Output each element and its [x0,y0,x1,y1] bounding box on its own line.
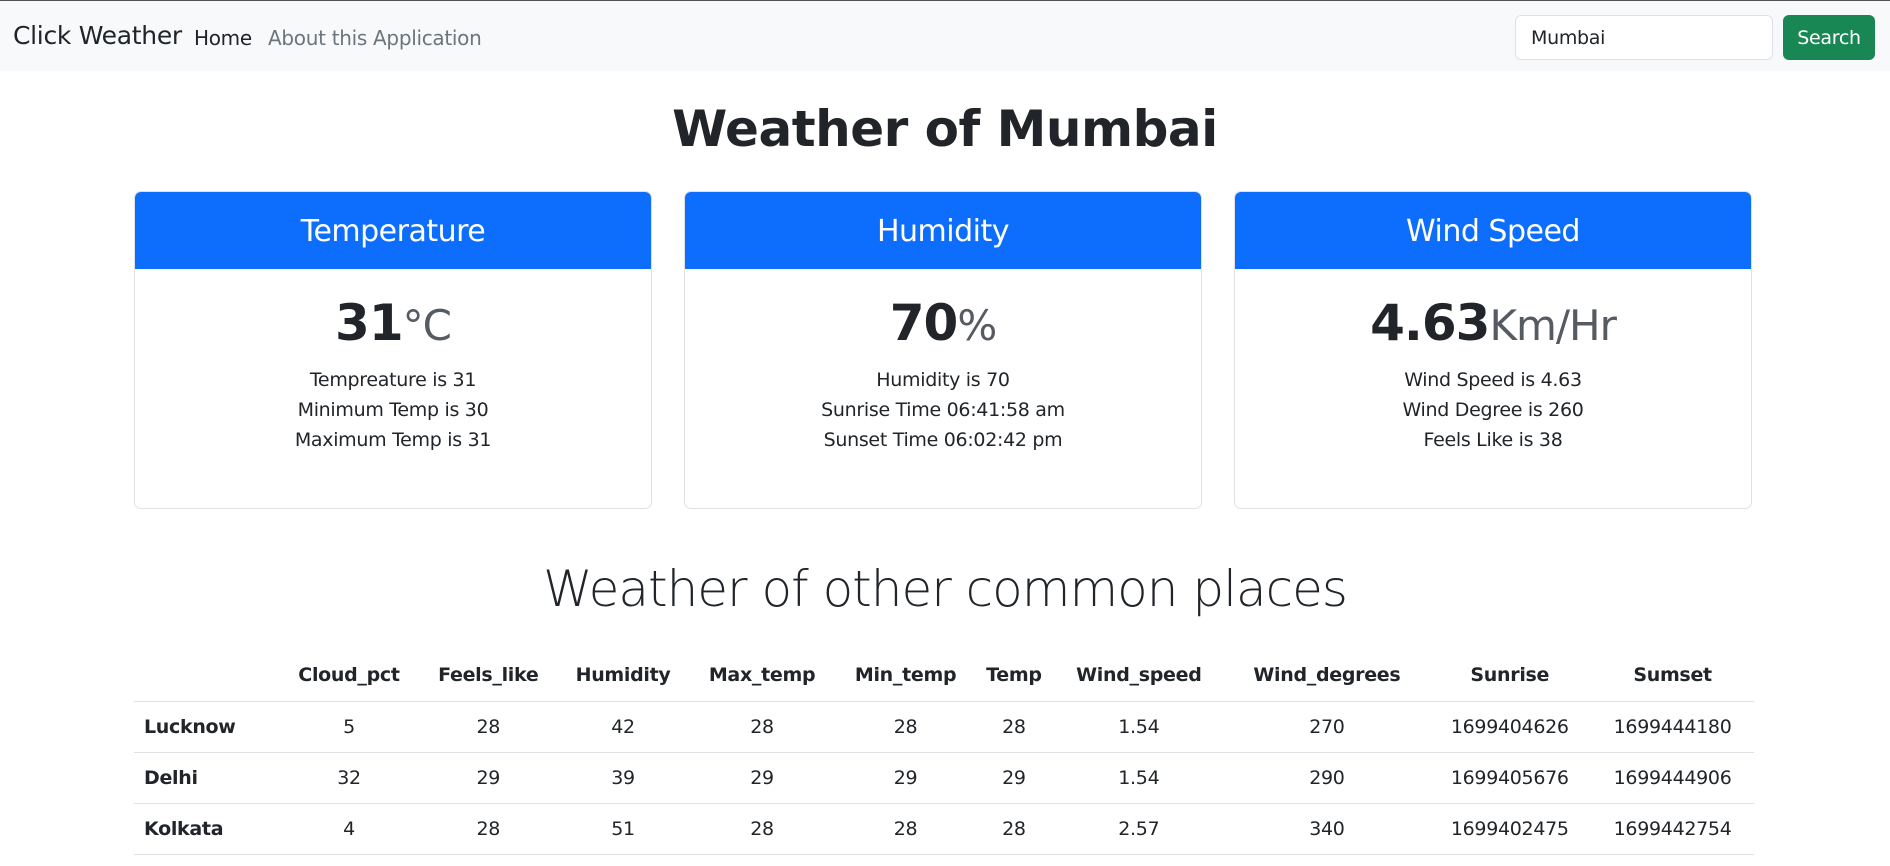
table-cell: 39 [557,752,689,804]
table-cell-city: Kolkata [134,803,279,855]
card-details: Tempreature is 31 Minimum Temp is 30 Max… [135,365,651,455]
column-header: Sumset [1591,650,1754,702]
table-cell-city: Lucknow [134,701,279,753]
table-cell: 1.54 [1052,752,1226,804]
search-button[interactable]: Search [1783,15,1875,60]
table-row: Lucknow 5 28 42 28 28 28 1.54 270 169940… [134,701,1754,753]
nav-link-about[interactable]: About this Application [268,26,482,50]
table-cell: 1699444180 [1591,701,1754,753]
column-header: Cloud_pct [279,650,419,702]
table-row: Delhi 32 29 39 29 29 29 1.54 290 1699405… [134,752,1754,804]
card-value: 70% [685,293,1201,353]
table-cell: 28 [418,701,558,753]
table-cell: 51 [557,803,689,855]
table-cell: 29 [975,752,1053,804]
card-value: 31°C [135,293,651,353]
table-cell: 1699444906 [1591,752,1754,804]
table-cell: 28 [418,803,558,855]
table-cell: 28 [975,803,1053,855]
table-cell-city: Delhi [134,752,279,804]
table-cell: 42 [557,701,689,753]
table-cell: 32 [279,752,419,804]
table-cell: 2.57 [1052,803,1226,855]
card-detail-line: Minimum Temp is 30 [297,399,489,421]
column-header: Max_temp [688,650,836,702]
table-cell: 1699442754 [1591,803,1754,855]
card-header: Temperature [135,192,651,269]
card-detail-line: Sunrise Time 06:41:58 am [821,399,1065,421]
card-header: Humidity [685,192,1201,269]
card-detail-line: Maximum Temp is 31 [294,429,492,451]
column-header: Feels_like [418,650,558,702]
card-detail-line: Sunset Time 06:02:42 pm [823,429,1063,451]
table-cell: 270 [1225,701,1429,753]
temperature-card: Temperature 31°C Tempreature is 31 Minim… [134,191,652,509]
brand-logo-text[interactable]: Click Weather [13,21,182,50]
column-header: Wind_speed [1052,650,1226,702]
column-header: Min_temp [835,650,976,702]
wind-speed-value: 4.63 [1370,294,1490,352]
column-header: Wind_degrees [1225,650,1429,702]
card-value: 4.63Km/Hr [1235,293,1751,353]
card-detail-line: Wind Speed is 4.63 [1404,369,1582,391]
table-cell: 28 [688,803,836,855]
table-cell: 1699405676 [1428,752,1592,804]
temperature-value: 31 [335,294,404,352]
nav-link-home[interactable]: Home [194,26,252,50]
column-header: Humidity [557,650,689,702]
humidity-unit: % [957,301,997,350]
other-places-table: Cloud_pct Feels_like Humidity Max_temp M… [134,650,1754,855]
card-header: Wind Speed [1235,192,1751,269]
table-cell: 29 [835,752,976,804]
column-header [134,650,279,702]
table-row: Kolkata 4 28 51 28 28 28 2.57 340 169940… [134,803,1754,855]
wind-speed-unit: Km/Hr [1489,301,1616,350]
table-cell: 290 [1225,752,1429,804]
card-detail-line: Wind Degree is 260 [1402,399,1584,421]
table-cell: 4 [279,803,419,855]
navbar: Click Weather Home About this Applicatio… [0,0,1890,71]
wind-speed-card: Wind Speed 4.63Km/Hr Wind Speed is 4.63 … [1234,191,1752,509]
card-details: Wind Speed is 4.63 Wind Degree is 260 Fe… [1235,365,1751,455]
card-detail-line: Feels Like is 38 [1423,429,1563,451]
humidity-value: 70 [889,294,959,352]
table-cell: 28 [835,803,976,855]
card-detail-line: Humidity is 70 [876,369,1010,391]
column-header: Sunrise [1428,650,1592,702]
table-cell: 5 [279,701,419,753]
table-cell: 28 [688,701,836,753]
table-header-row: Cloud_pct Feels_like Humidity Max_temp M… [134,650,1754,702]
card-detail-line: Tempreature is 31 [309,369,477,391]
table-cell: 1699404626 [1428,701,1592,753]
card-details: Humidity is 70 Sunrise Time 06:41:58 am … [685,365,1201,455]
section-title: Weather of other common places [543,560,1348,618]
table-cell: 1699402475 [1428,803,1592,855]
table-cell: 340 [1225,803,1429,855]
table-cell: 29 [418,752,558,804]
page-title: Weather of Mumbai [672,100,1218,158]
table-cell: 28 [835,701,976,753]
search-input[interactable] [1515,15,1773,60]
table-cell: 29 [688,752,836,804]
humidity-card: Humidity 70% Humidity is 70 Sunrise Time… [684,191,1202,509]
temperature-unit: °C [402,301,452,350]
column-header: Temp [975,650,1053,702]
table-cell: 1.54 [1052,701,1226,753]
table-cell: 28 [975,701,1053,753]
